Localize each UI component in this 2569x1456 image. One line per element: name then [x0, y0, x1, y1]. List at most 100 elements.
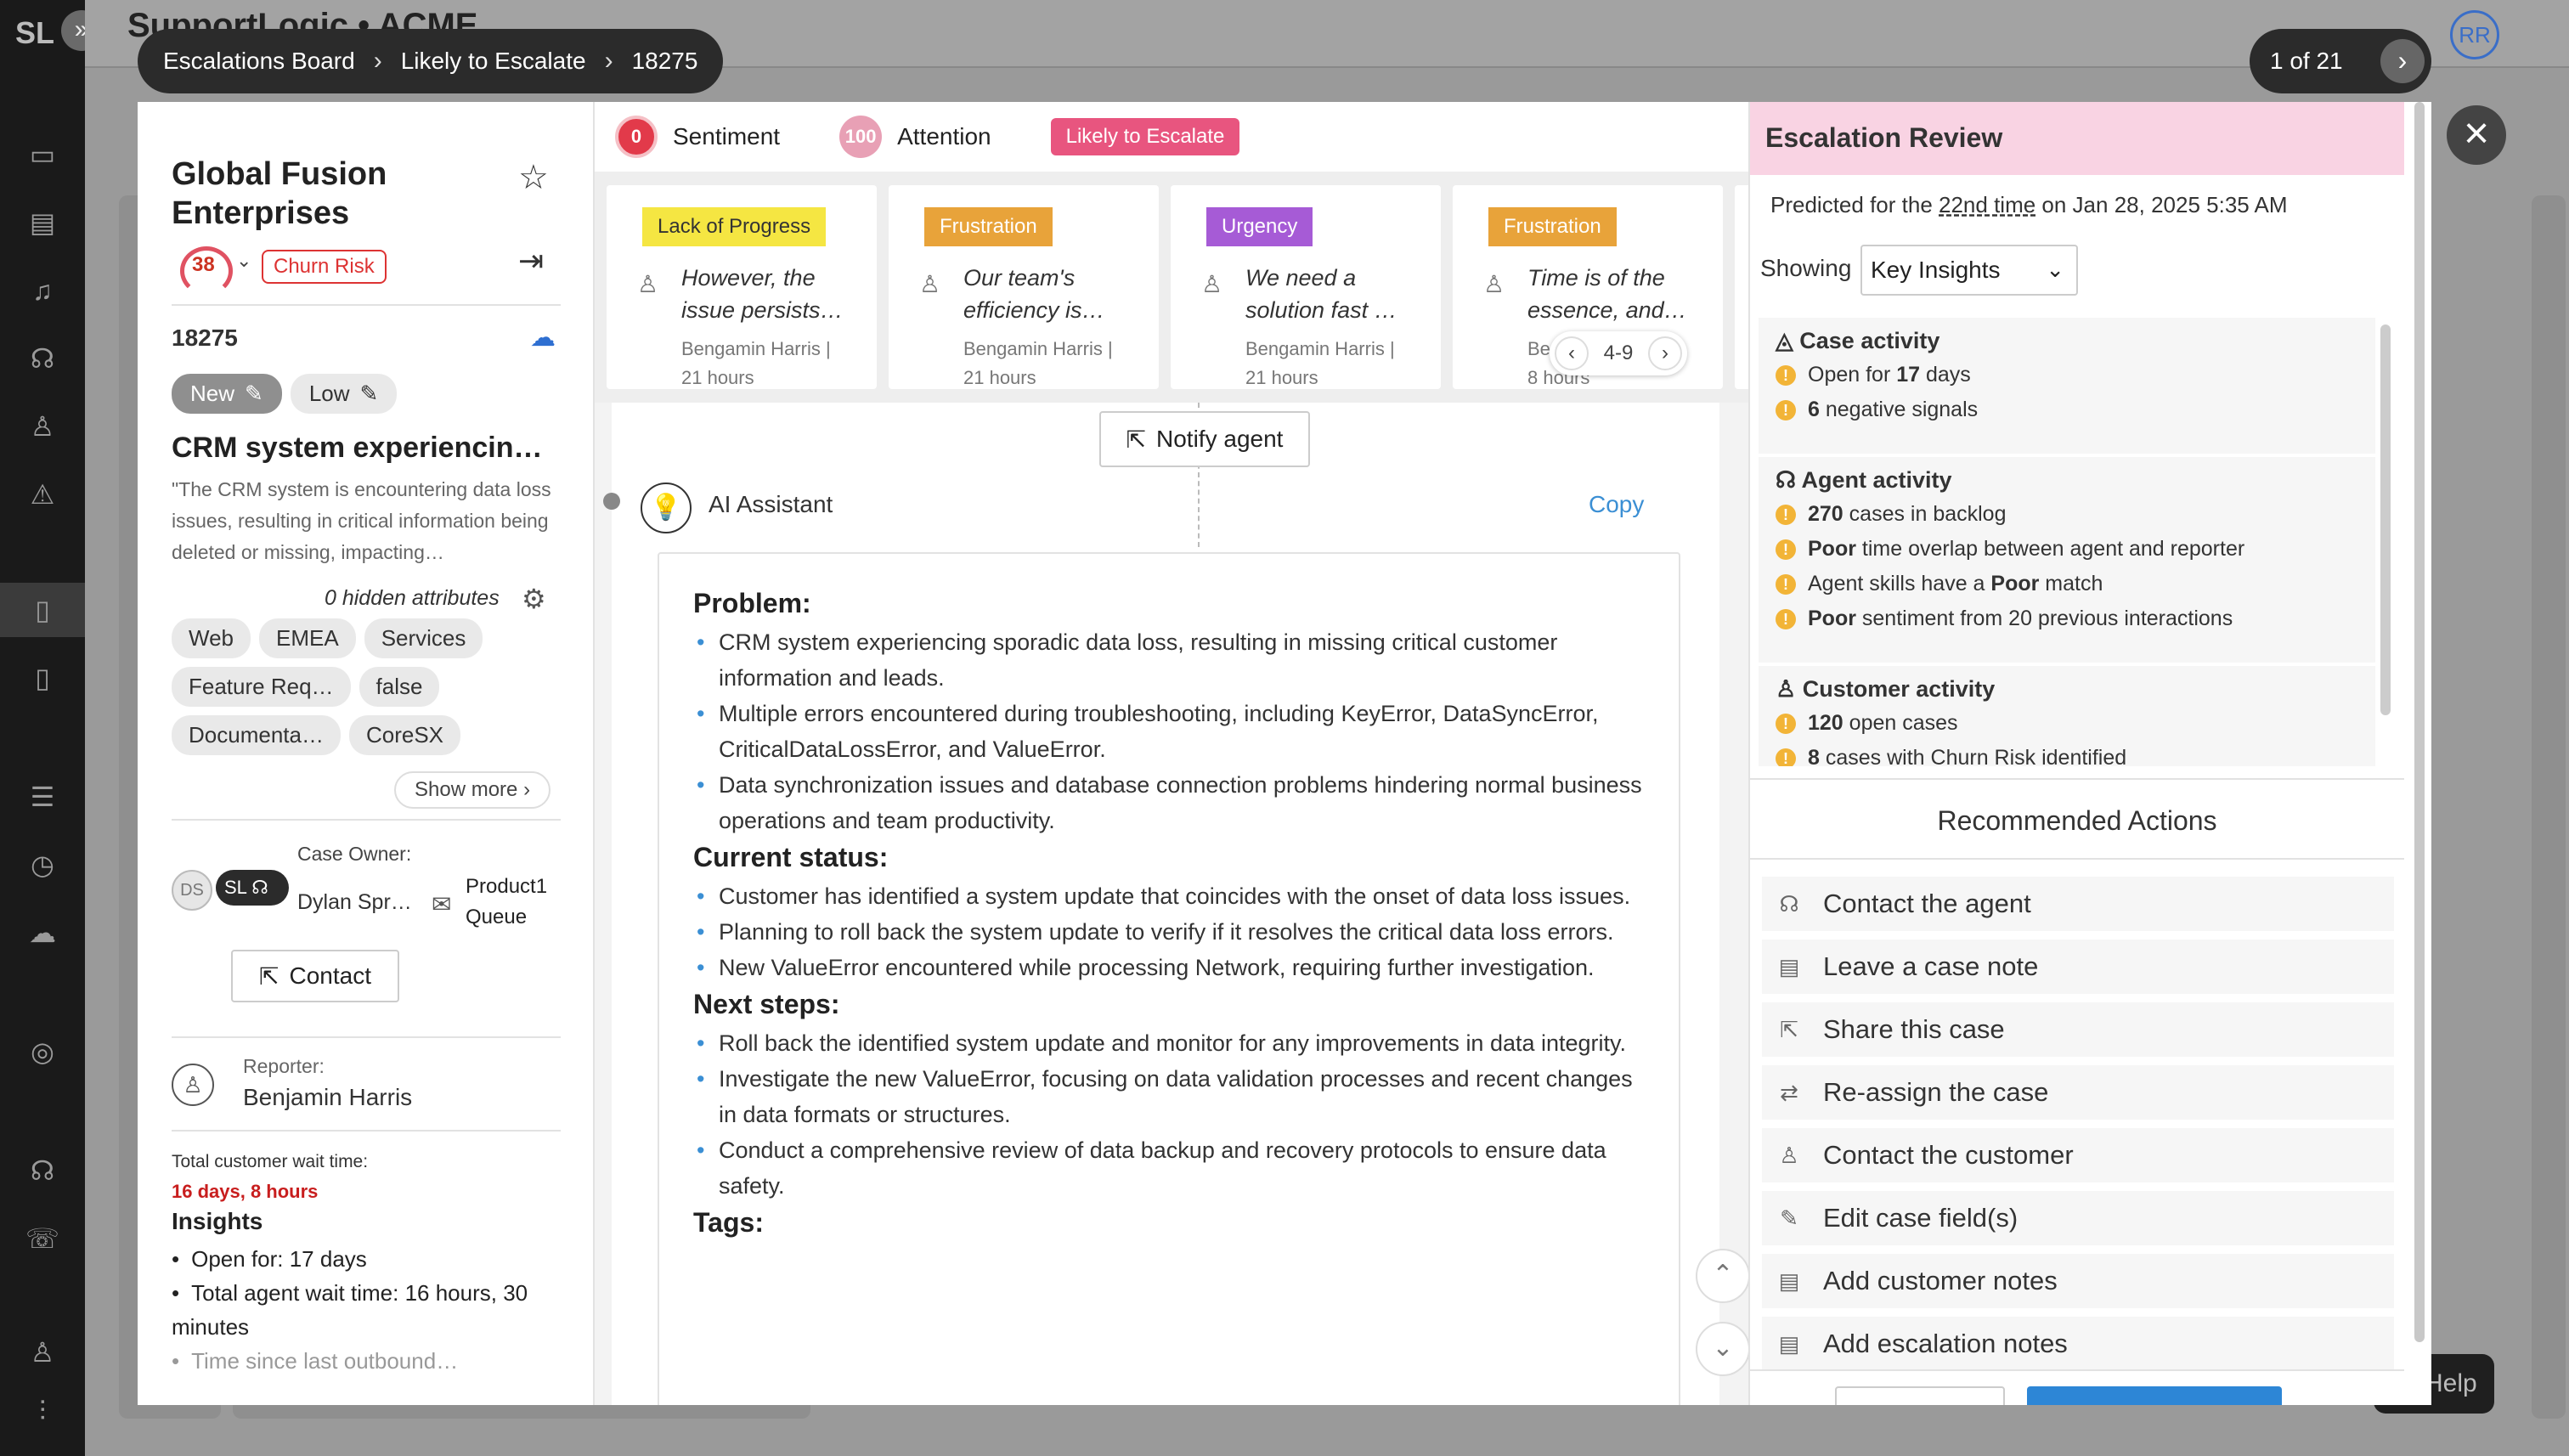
signal-card[interactable]: Lack of Progress ♙ However, the issue pe… [607, 185, 877, 389]
primary-button[interactable] [2027, 1386, 2282, 1405]
document-icon[interactable]: ▯ [0, 583, 85, 637]
settings-sliders-icon[interactable]: ⫶ [0, 1385, 85, 1439]
note-icon: ▤ [1778, 1330, 1800, 1357]
action-edit-fields[interactable]: ✎ Edit case field(s) [1762, 1191, 2394, 1245]
escalation-icon[interactable]: ⚠ [0, 467, 85, 522]
status-label: New [190, 381, 235, 406]
action-add-customer-notes[interactable]: ▤ Add customer notes [1762, 1254, 2394, 1308]
breadcrumb-item[interactable]: Likely to Escalate [401, 48, 586, 75]
attribute-tag: EMEA [259, 618, 356, 658]
target-icon[interactable]: ◎ [0, 1024, 85, 1079]
conversation-area: ⇱ Notify agent 💡 AI Assistant Copy Proble… [595, 403, 1872, 1405]
headset-icon[interactable]: ☊ [0, 331, 85, 386]
signal-card[interactable]: Frustration ♙ Our team's efficiency is… … [889, 185, 1159, 389]
gear-icon[interactable]: ⚙ [522, 583, 546, 615]
action-share-case[interactable]: ⇱ Share this case [1762, 1002, 2394, 1057]
account-name[interactable]: Global Fusion Enterprises [172, 155, 494, 233]
cloud-sync-icon[interactable]: ☁ [530, 323, 556, 353]
signal-quote: However, the issue persists… [681, 265, 844, 323]
insight-value: 6 [1808, 398, 1820, 421]
action-leave-note[interactable]: ▤ Leave a case note [1762, 940, 2394, 994]
panel-scrollbar[interactable] [2414, 102, 2425, 1342]
contact-button[interactable]: ⇱ Contact [231, 950, 399, 1002]
insights-scrollbar[interactable] [2380, 324, 2391, 715]
section-heading: Current status: [693, 842, 889, 872]
summary-bullet: Multiple errors encountered during troub… [693, 696, 1645, 767]
notify-label: Notify agent [1156, 426, 1284, 452]
action-add-escalation-notes[interactable]: ▤ Add escalation notes [1762, 1317, 2394, 1371]
chevron-down-icon[interactable]: ⌄ [236, 250, 251, 272]
chevron-down-icon: ⌄ [2046, 257, 2064, 282]
checklist-icon[interactable]: ☰ [0, 770, 85, 824]
owner-name[interactable]: Dylan Spr… [297, 890, 412, 915]
signal-author: Bengamin Harris | [963, 338, 1113, 359]
insights-list: Open for: 17 days Total agent wait time:… [172, 1242, 579, 1378]
user-avatar[interactable]: RR [2450, 10, 2499, 59]
scroll-down-button[interactable]: ⌄ [1696, 1322, 1750, 1376]
status-row: New ✎ Low ✎ [172, 374, 398, 414]
copy-button[interactable]: Copy [1589, 491, 1644, 518]
signal-quote: We need a solution fast … [1245, 265, 1397, 323]
signal-time: 21 hours [963, 367, 1036, 388]
signal-meta: Bengamin Harris | 21 hours [1245, 335, 1424, 392]
warning-icon: ! [1776, 608, 1796, 629]
prediction-count[interactable]: 22nd time [1939, 192, 2035, 217]
board-icon[interactable]: ▤ [0, 195, 85, 250]
insight-text: match [2039, 572, 2103, 595]
headset-icon: ☊ [1779, 890, 1799, 917]
sentiment-score: 0 [615, 116, 658, 158]
person-icon[interactable]: ♙ [0, 399, 85, 454]
showing-select[interactable]: Key Insights ⌄ [1860, 245, 2078, 296]
share-icon: ⇱ [259, 962, 279, 990]
insight-row: ! 6 negative signals [1776, 392, 2358, 427]
section-title: ☊ Agent activity [1776, 467, 2358, 494]
signal-card[interactable]: Urgency ♙ We need a solution fast … Beng… [1171, 185, 1441, 389]
bell-icon[interactable]: ♫ [0, 263, 85, 318]
priority-chip[interactable]: Low ✎ [290, 374, 398, 414]
section-heading: Tags: [693, 1207, 764, 1238]
next-case-button[interactable]: › [2380, 39, 2425, 83]
chat-icon[interactable]: ☏ [0, 1211, 85, 1266]
scroll-up-button[interactable]: ⌃ [1696, 1249, 1750, 1303]
sl-badge: SL ☊ [216, 870, 289, 906]
inbox-icon[interactable]: ▭ [0, 127, 85, 182]
prediction-suffix: on Jan 28, 2025 5:35 AM [2035, 192, 2288, 217]
close-modal-button[interactable]: × [2447, 105, 2506, 165]
person-icon: ♙ [919, 271, 941, 297]
case-pager: 1 of 21 › [2250, 29, 2431, 93]
summary-bullet: CRM system experiencing sporadic data lo… [693, 624, 1645, 696]
attribute-tag: CoreSX [348, 715, 461, 755]
user-icon[interactable]: ♙ [0, 1325, 85, 1380]
next-cards-button[interactable]: › [1648, 336, 1682, 370]
attribute-tag: Web [172, 618, 251, 658]
action-reassign-case[interactable]: ⇄ Re-assign the case [1762, 1065, 2394, 1120]
signal-card-nav: ‹ 4-9 › [1550, 331, 1687, 375]
divider [172, 304, 561, 306]
warning-icon: ! [1776, 539, 1796, 560]
prev-cards-button[interactable]: ‹ [1555, 336, 1589, 370]
secondary-button[interactable] [1835, 1386, 2005, 1405]
chevron-right-icon: › [604, 47, 613, 75]
chevron-right-icon: › [523, 778, 531, 801]
nav-sidebar: SL » ▭ ▤ ♫ ☊ ♙ ⚠ ▯ ▯ ☰ ◷ ☁ ◎ ☊ ☏ ♙ ⫶ [0, 0, 102, 1456]
insight-item: Time since last outbound… [172, 1344, 579, 1378]
panel-title: Escalation Review [1750, 102, 2404, 175]
action-contact-customer[interactable]: ♙ Contact the customer [1762, 1128, 2394, 1182]
breadcrumb-item[interactable]: Escalations Board [163, 48, 355, 75]
clock-icon[interactable]: ◷ [0, 838, 85, 892]
notify-agent-button[interactable]: ⇱ Notify agent [1099, 411, 1310, 467]
status-chip[interactable]: New ✎ [172, 374, 282, 414]
show-more-label: Show more [415, 778, 518, 801]
reporter-name[interactable]: Benjamin Harris [243, 1084, 412, 1111]
show-more-button[interactable]: Show more › [394, 771, 551, 809]
open-case-icon[interactable]: ⇥ [518, 243, 544, 279]
signal-meta: Bengamin Harris | 21 hours [681, 335, 860, 392]
summary-bullet: New ValueError encountered while process… [693, 950, 1645, 985]
signal-meta: Bengamin Harris | 21 hours [963, 335, 1142, 392]
conversation-content: ⇱ Notify agent 💡 AI Assistant Copy Proble… [603, 403, 1750, 1405]
star-icon[interactable]: ☆ [518, 158, 549, 197]
cloud-icon[interactable]: ☁ [0, 906, 85, 960]
support-icon[interactable]: ☊ [0, 1143, 85, 1198]
report-icon[interactable]: ▯ [0, 651, 85, 705]
action-contact-agent[interactable]: ☊ Contact the agent [1762, 877, 2394, 931]
